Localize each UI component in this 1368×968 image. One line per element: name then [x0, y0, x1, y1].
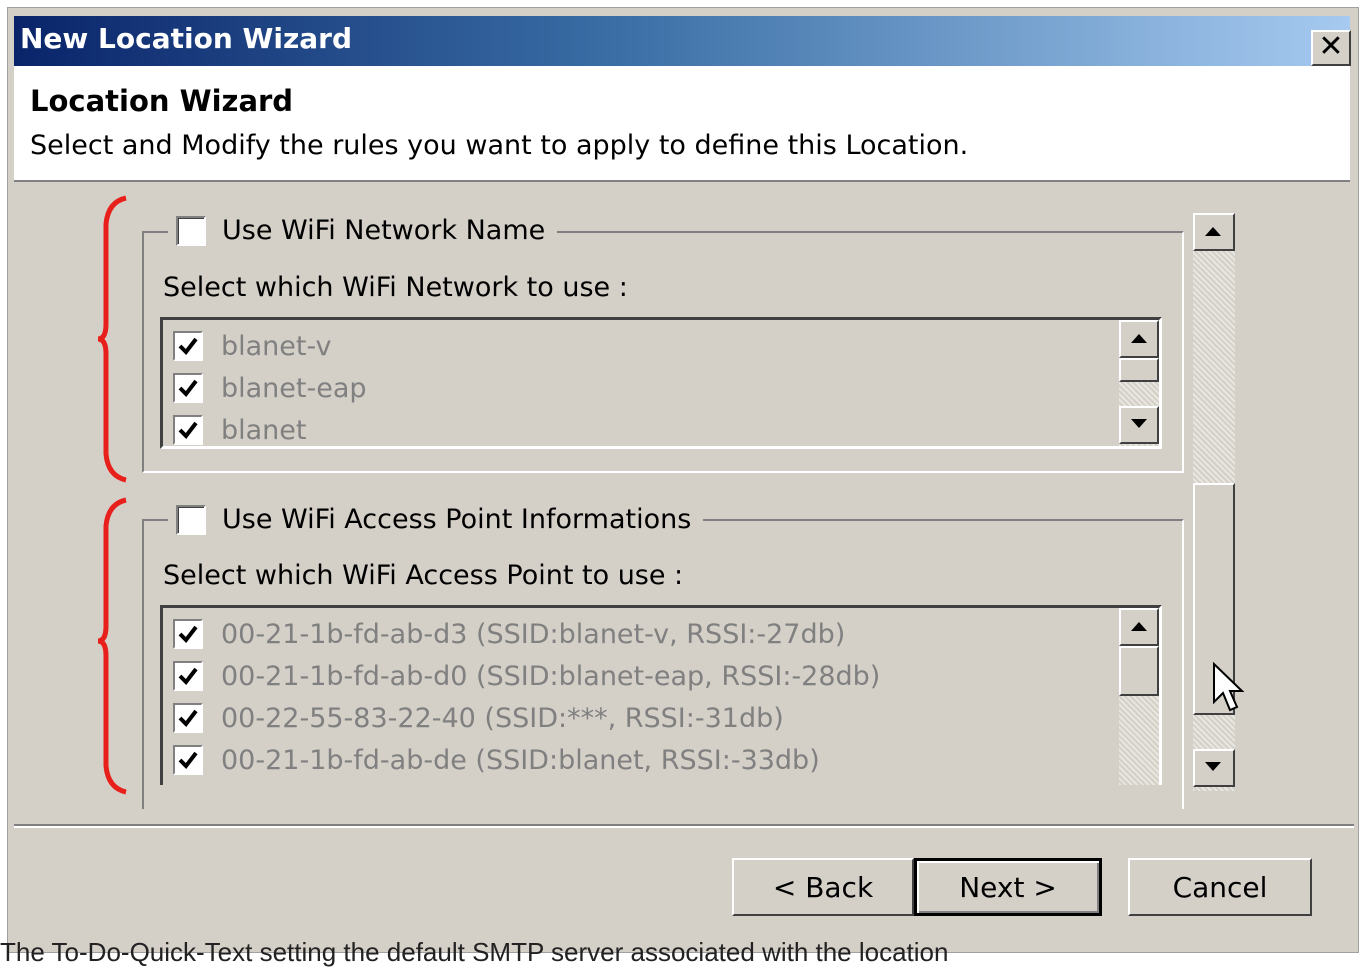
wizard-header: Location Wizard Select and Modify the ru…	[14, 66, 1350, 182]
wizard-title: Location Wizard	[30, 84, 294, 118]
wifi-network-select-label: Select which WiFi Network to use :	[163, 272, 628, 303]
scroll-thumb[interactable]	[1119, 358, 1159, 382]
check-icon	[178, 625, 198, 644]
dialog-window: New Location Wizard ✕ Location Wizard Se…	[7, 7, 1359, 953]
wifi-ap-legend: Use WiFi Access Point Informations	[168, 504, 704, 535]
annotation-brace-bottom	[97, 497, 127, 795]
item-checkbox[interactable]	[173, 619, 203, 649]
arrow-up-icon	[1131, 334, 1147, 343]
list-item[interactable]: blanet	[173, 412, 307, 446]
check-icon	[178, 337, 198, 356]
window-title: New Location Wizard	[20, 22, 353, 55]
check-icon	[178, 379, 198, 398]
mouse-cursor-icon	[1213, 662, 1245, 712]
use-wifi-ap-label: Use WiFi Access Point Informations	[222, 504, 692, 535]
scroll-up-button[interactable]	[1119, 608, 1159, 646]
list-item[interactable]: 00-21-1b-fd-ab-d3 (SSID:blanet-v, RSSI:-…	[173, 616, 845, 652]
list-item[interactable]: blanet-v	[173, 328, 332, 364]
list-item[interactable]: 00-21-1b-fd-ab-d0 (SSID:blanet-eap, RSSI…	[173, 658, 880, 694]
use-wifi-ap-checkbox[interactable]	[176, 504, 206, 535]
list-item[interactable]: blanet-eap	[173, 370, 367, 406]
page-scroll-up-button[interactable]	[1193, 213, 1235, 251]
scroll-up-button[interactable]	[1119, 320, 1159, 358]
wifi-ap-select-label: Select which WiFi Access Point to use :	[163, 560, 684, 591]
check-icon	[178, 709, 198, 728]
item-label: 00-21-1b-fd-ab-d3 (SSID:blanet-v, RSSI:-…	[221, 618, 846, 650]
wizard-subtitle: Select and Modify the rules you want to …	[30, 130, 969, 161]
item-label: blanet	[221, 414, 307, 446]
footer-separator	[14, 824, 1354, 828]
list-item[interactable]: 00-21-1b-fd-ab-de (SSID:blanet, RSSI:-33…	[173, 742, 820, 778]
arrow-down-icon	[1205, 762, 1221, 771]
item-label: 00-21-1b-fd-ab-d0 (SSID:blanet-eap, RSSI…	[221, 660, 881, 692]
next-button-label: Next >	[959, 870, 1057, 904]
check-icon	[178, 421, 198, 440]
title-bar[interactable]: New Location Wizard ✕	[14, 16, 1351, 66]
item-checkbox[interactable]	[173, 373, 203, 403]
item-checkbox[interactable]	[173, 331, 203, 361]
arrow-up-icon	[1131, 622, 1147, 631]
wifi-network-scrollbar[interactable]	[1119, 320, 1159, 446]
caption-text: The To-Do-Quick-Text setting the default…	[0, 937, 949, 967]
scroll-down-button[interactable]	[1119, 406, 1159, 444]
wifi-network-legend: Use WiFi Network Name	[168, 215, 558, 246]
item-label: 00-22-55-83-22-40 (SSID:***, RSSI:-31db)	[221, 702, 784, 734]
next-button[interactable]: Next >	[914, 858, 1102, 916]
wifi-network-listbox[interactable]: blanet-v blanet-eap blanet	[160, 317, 1162, 449]
check-icon	[178, 751, 198, 770]
item-checkbox[interactable]	[173, 415, 203, 445]
close-icon: ✕	[1318, 29, 1344, 64]
arrow-up-icon	[1205, 227, 1221, 236]
check-icon	[178, 667, 198, 686]
item-checkbox[interactable]	[173, 703, 203, 733]
page-scroll-down-button[interactable]	[1193, 749, 1235, 787]
arrow-down-icon	[1131, 419, 1147, 428]
close-button[interactable]: ✕	[1311, 30, 1351, 66]
cancel-button-label: Cancel	[1172, 870, 1268, 904]
scroll-thumb[interactable]	[1119, 646, 1159, 696]
annotation-brace-top	[97, 195, 127, 483]
use-wifi-network-label: Use WiFi Network Name	[222, 215, 546, 246]
wifi-ap-scrollbar[interactable]	[1119, 608, 1159, 785]
cancel-button[interactable]: Cancel	[1128, 858, 1312, 916]
item-label: 00-21-1b-fd-ab-de (SSID:blanet, RSSI:-33…	[221, 744, 820, 776]
wifi-ap-listbox[interactable]: 00-21-1b-fd-ab-d3 (SSID:blanet-v, RSSI:-…	[160, 605, 1162, 785]
item-label: blanet-eap	[221, 372, 367, 404]
item-checkbox[interactable]	[173, 745, 203, 775]
list-item[interactable]: 00-22-55-83-22-40 (SSID:***, RSSI:-31db)	[173, 700, 784, 736]
back-button-label: < Back	[772, 870, 874, 904]
item-label: blanet-v	[221, 330, 332, 362]
back-button[interactable]: < Back	[732, 858, 914, 916]
use-wifi-network-checkbox[interactable]	[176, 215, 206, 246]
item-checkbox[interactable]	[173, 661, 203, 691]
